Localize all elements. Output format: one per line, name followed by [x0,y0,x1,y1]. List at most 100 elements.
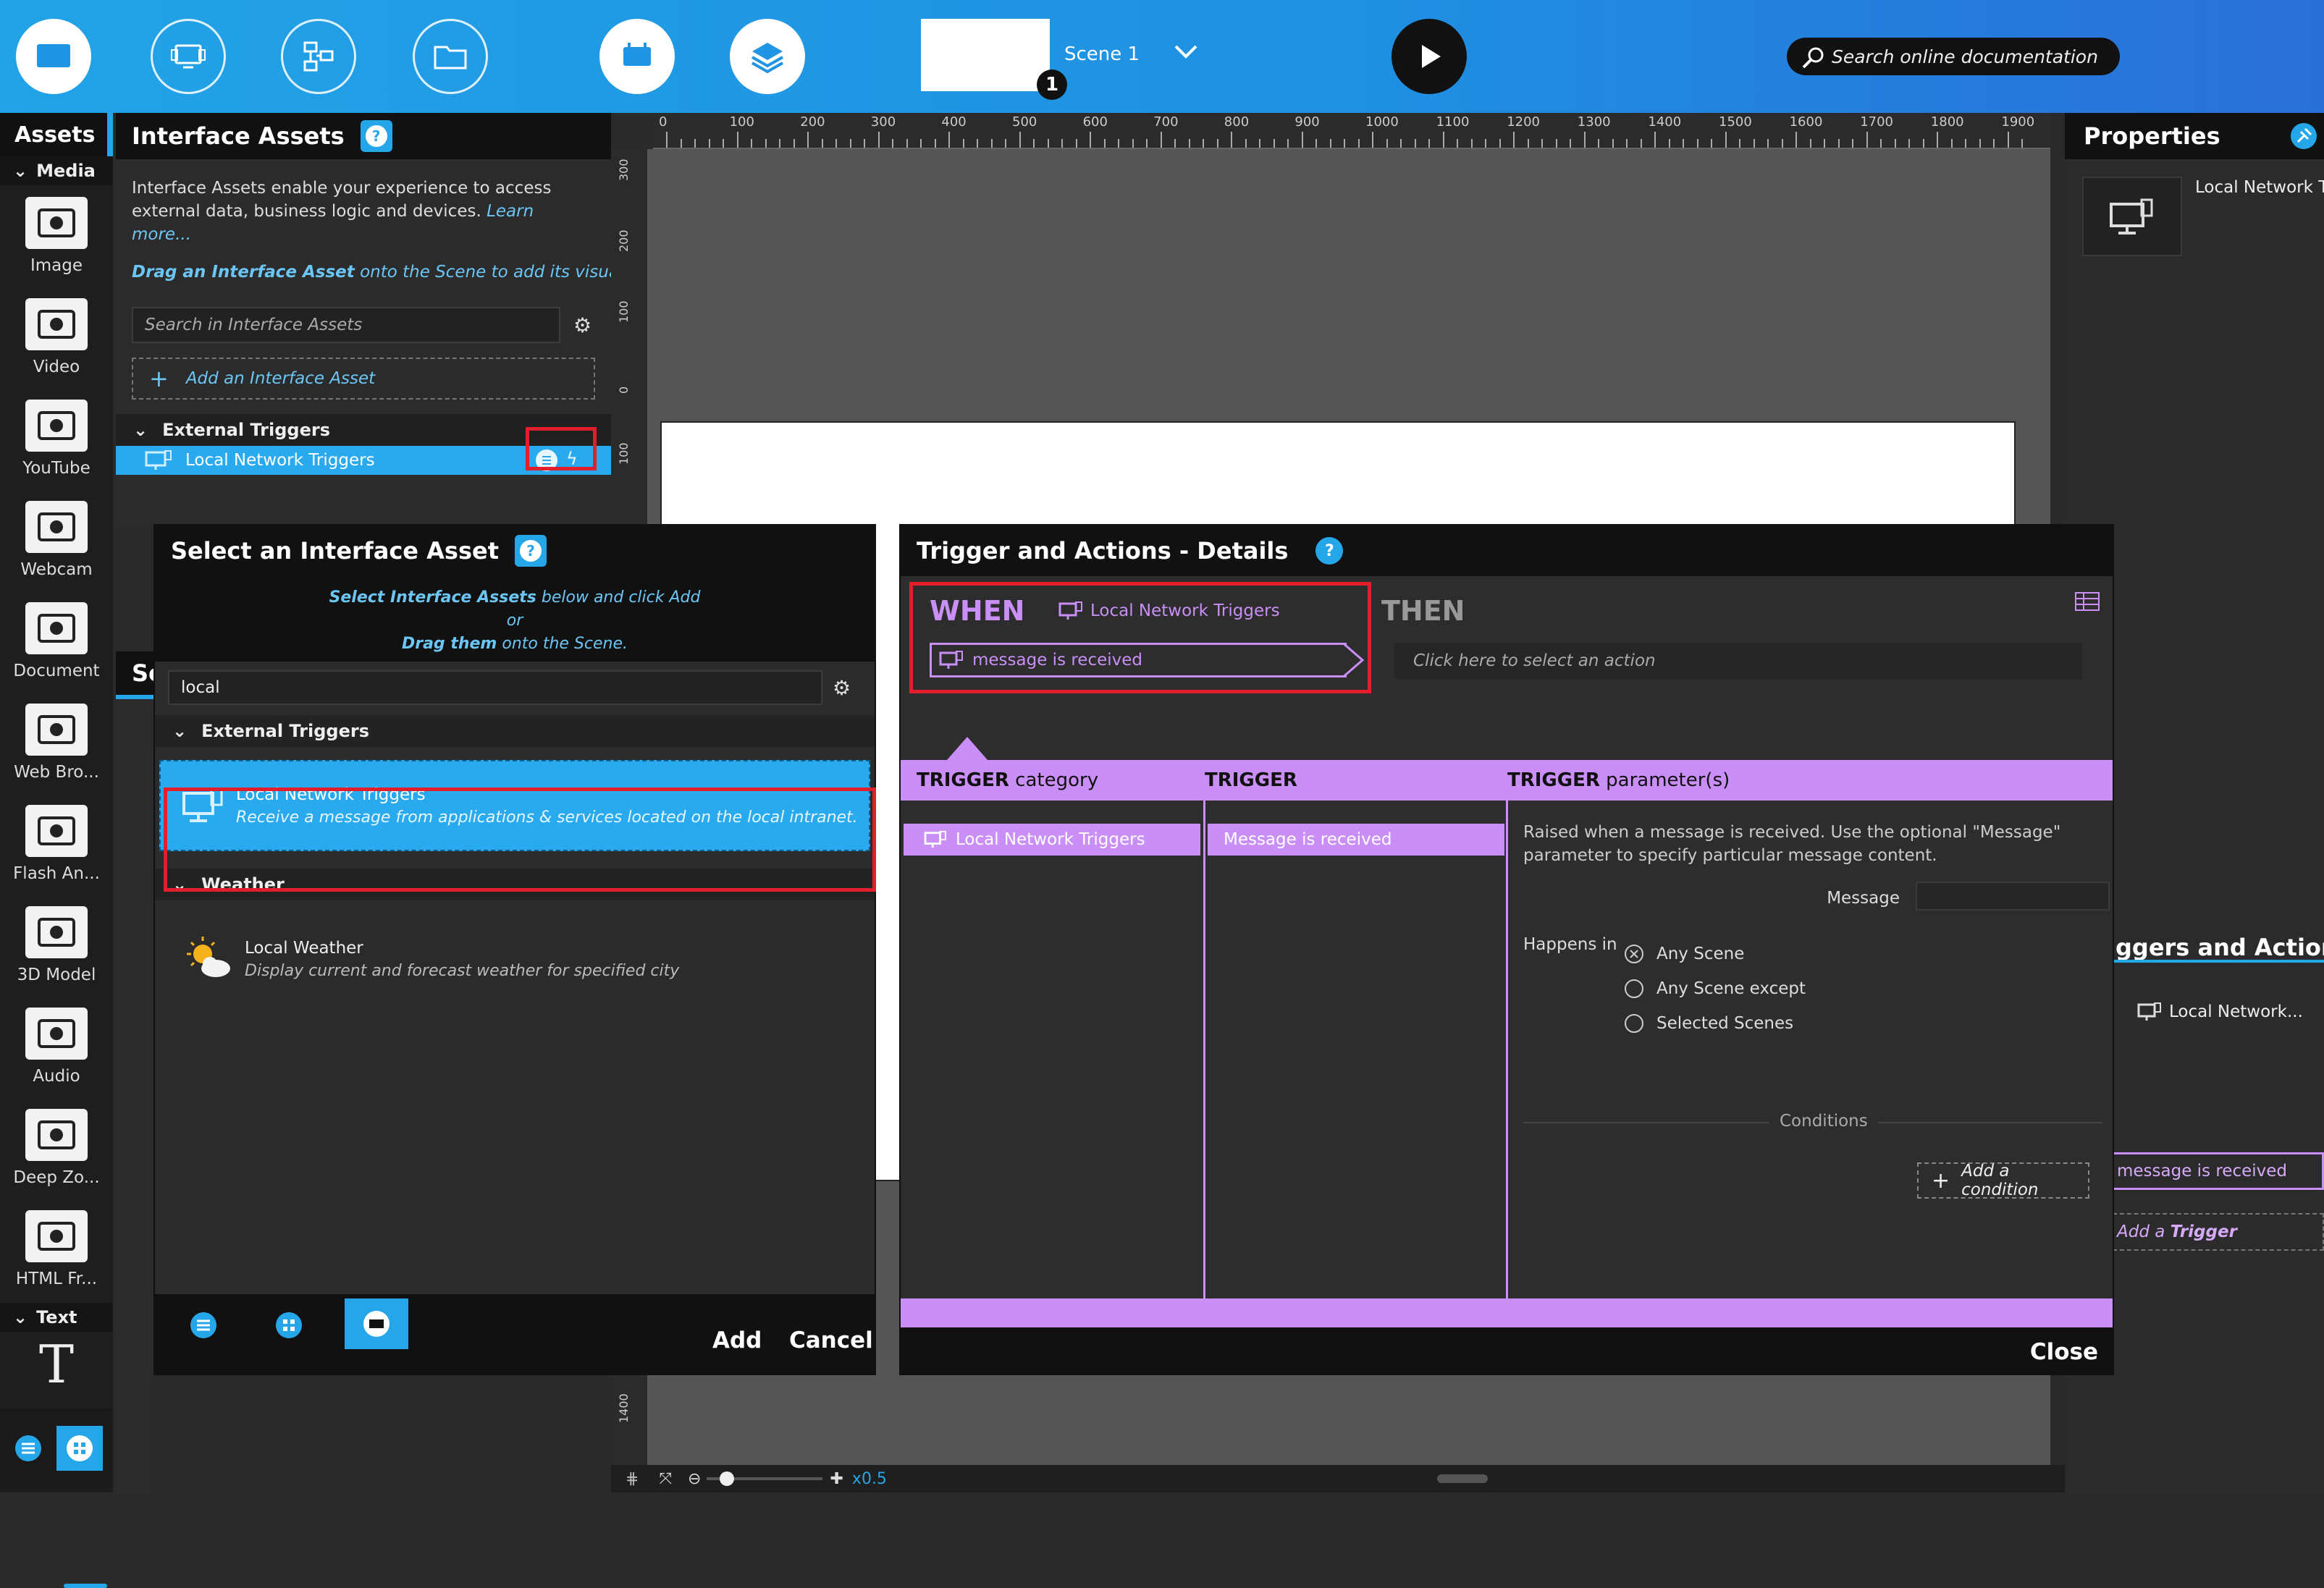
close-button[interactable]: Close [2030,1339,2098,1365]
zoom-slider[interactable] [707,1471,823,1486]
help-button[interactable]: ? [360,120,392,152]
card-view-icon[interactable] [345,1298,408,1349]
scene-option[interactable]: Any Scene [1625,937,1806,971]
asset-item[interactable]: Deep Zo... [0,1097,113,1199]
select-interface-asset-dialog: Select an Interface Asset ? Select Inter… [153,524,876,1375]
table-view-icon[interactable] [2075,592,2100,611]
scene-editor-button[interactable] [599,19,675,94]
ruler-mark [962,139,964,148]
pin-icon[interactable] [2289,122,2318,151]
weather-sun-cloud-icon [187,937,230,977]
cancel-button[interactable]: Cancel [789,1327,873,1353]
asset-item[interactable]: Flash An... [0,793,113,895]
select-item-desc: Display current and forecast weather for… [245,961,680,980]
grid-toggle-icon[interactable]: ⋕ [626,1470,639,1488]
asset-item[interactable]: Document [0,591,113,692]
screen-view-button[interactable] [16,19,91,94]
help-button[interactable]: ? [515,535,547,567]
drag-hint-rest: onto the Scene to add its visual re... [360,263,611,282]
radio-button[interactable] [1625,945,1643,963]
asset-item[interactable]: YouTube [0,388,113,489]
message-input[interactable] [1916,882,2110,911]
ruler-mark [821,139,823,148]
ruler-mark [1047,139,1049,148]
add-condition-button[interactable]: + Add a condition [1917,1162,2089,1199]
ruler-mark [1259,139,1260,148]
select-section-external-triggers[interactable]: ⌄ External Triggers [155,715,875,747]
grid-view-icon[interactable] [271,1307,307,1343]
ruler-mark [1950,139,1953,148]
select-search-input[interactable]: local [168,670,822,705]
asset-preview [2082,177,2182,256]
trigger-item[interactable]: Message is received [1208,824,1504,856]
ruler-mark [1075,139,1077,148]
col-header-category: TRIGGER category [901,769,1195,791]
ruler-tick: 0 [659,114,668,130]
network-button[interactable] [281,19,356,94]
horizontal-scrollbar[interactable] [1436,1474,1488,1483]
highlight-item-actions [526,427,597,470]
asset-item-label: Document [13,662,100,680]
devices-button[interactable] [151,19,226,94]
text-section-header[interactable]: ⌄ Text [0,1303,113,1332]
scene-option[interactable]: Any Scene except [1625,971,1806,1006]
asset-item[interactable]: Web Bro... [0,692,113,793]
list-view-icon[interactable] [0,1427,56,1470]
radio-button[interactable] [1625,979,1643,998]
col1-bold: TRIGGER [917,769,1009,791]
zoom-in-icon[interactable]: ✚ [830,1470,843,1488]
ruler-mark [1640,139,1642,148]
ruler-tick: 900 [1294,114,1320,130]
ruler-tick: 300 [617,159,631,181]
ruler-mark [1231,132,1232,148]
ruler-mark [1216,139,1218,148]
add-trigger-button[interactable]: Add a Trigger [2113,1213,2324,1251]
documentation-search[interactable]: Search online documentation [1787,38,2120,75]
then-action-selector[interactable]: Click here to select an action [1394,643,2082,679]
help-icon[interactable]: ? [1315,537,1344,565]
asset-item[interactable]: Video [0,287,113,388]
folder-button[interactable] [413,19,488,94]
asset-item[interactable]: 3D Model [0,895,113,996]
add-button[interactable]: Add [712,1327,762,1353]
highlight-when-block [909,582,1371,693]
media-section-header[interactable]: ⌄ Media [0,156,113,185]
asset-item[interactable]: Image [0,185,113,287]
fit-screen-icon[interactable]: ⤧ [659,1470,672,1488]
settings-gear-icon[interactable]: ⚙ [573,313,591,337]
message-label: Message [1827,889,1900,908]
trigger-columns-body: Local Network Triggers Message is receiv… [901,801,2113,1298]
trigger-event-chip[interactable]: message is received [2113,1152,2324,1190]
ruler-mark [1767,139,1769,148]
scene-thumbnail[interactable] [921,19,1050,91]
add-interface-asset-button[interactable]: + Add an Interface Asset [132,358,595,400]
scene-option-label: Any Scene except [1656,979,1806,998]
scene-option[interactable]: Selected Scenes [1625,1006,1806,1041]
category-item[interactable]: Local Network Triggers [904,824,1200,856]
plus-icon: + [149,365,169,392]
asset-item[interactable]: HTML Fr... [0,1199,113,1300]
zoom-out-icon[interactable]: ⊖ [688,1470,701,1488]
layers-button[interactable] [730,19,805,94]
asset-text[interactable]: T [0,1332,113,1397]
settings-gear-icon[interactable]: ⚙ [833,676,851,700]
ruler-mark [1499,139,1501,148]
asset-item[interactable]: Webcam [0,489,113,591]
hint-rest-2: onto the Scene. [502,635,628,653]
zoom-slider-thumb[interactable] [720,1471,735,1486]
list-view-icon[interactable] [185,1307,222,1343]
web-browser-icon [25,704,88,756]
ruler-mark [666,132,668,148]
scene-dropdown-icon[interactable] [1173,43,1199,64]
interface-search-input[interactable]: Search in Interface Assets [132,307,560,343]
grid-view-icon[interactable] [56,1426,103,1471]
icon-size-slider[interactable] [64,1584,107,1588]
select-item-local-weather[interactable]: Local Weather Display current and foreca… [159,926,870,992]
play-button[interactable] [1392,19,1467,94]
asset-item[interactable]: Audio [0,996,113,1097]
trigger-columns-header: TRIGGER category TRIGGER TRIGGER paramet… [901,760,2113,801]
radio-button[interactable] [1625,1014,1643,1033]
assets-tab[interactable]: Assets [0,113,113,156]
text-section-label: Text [36,1307,77,1327]
ruler-mark [1753,139,1755,148]
